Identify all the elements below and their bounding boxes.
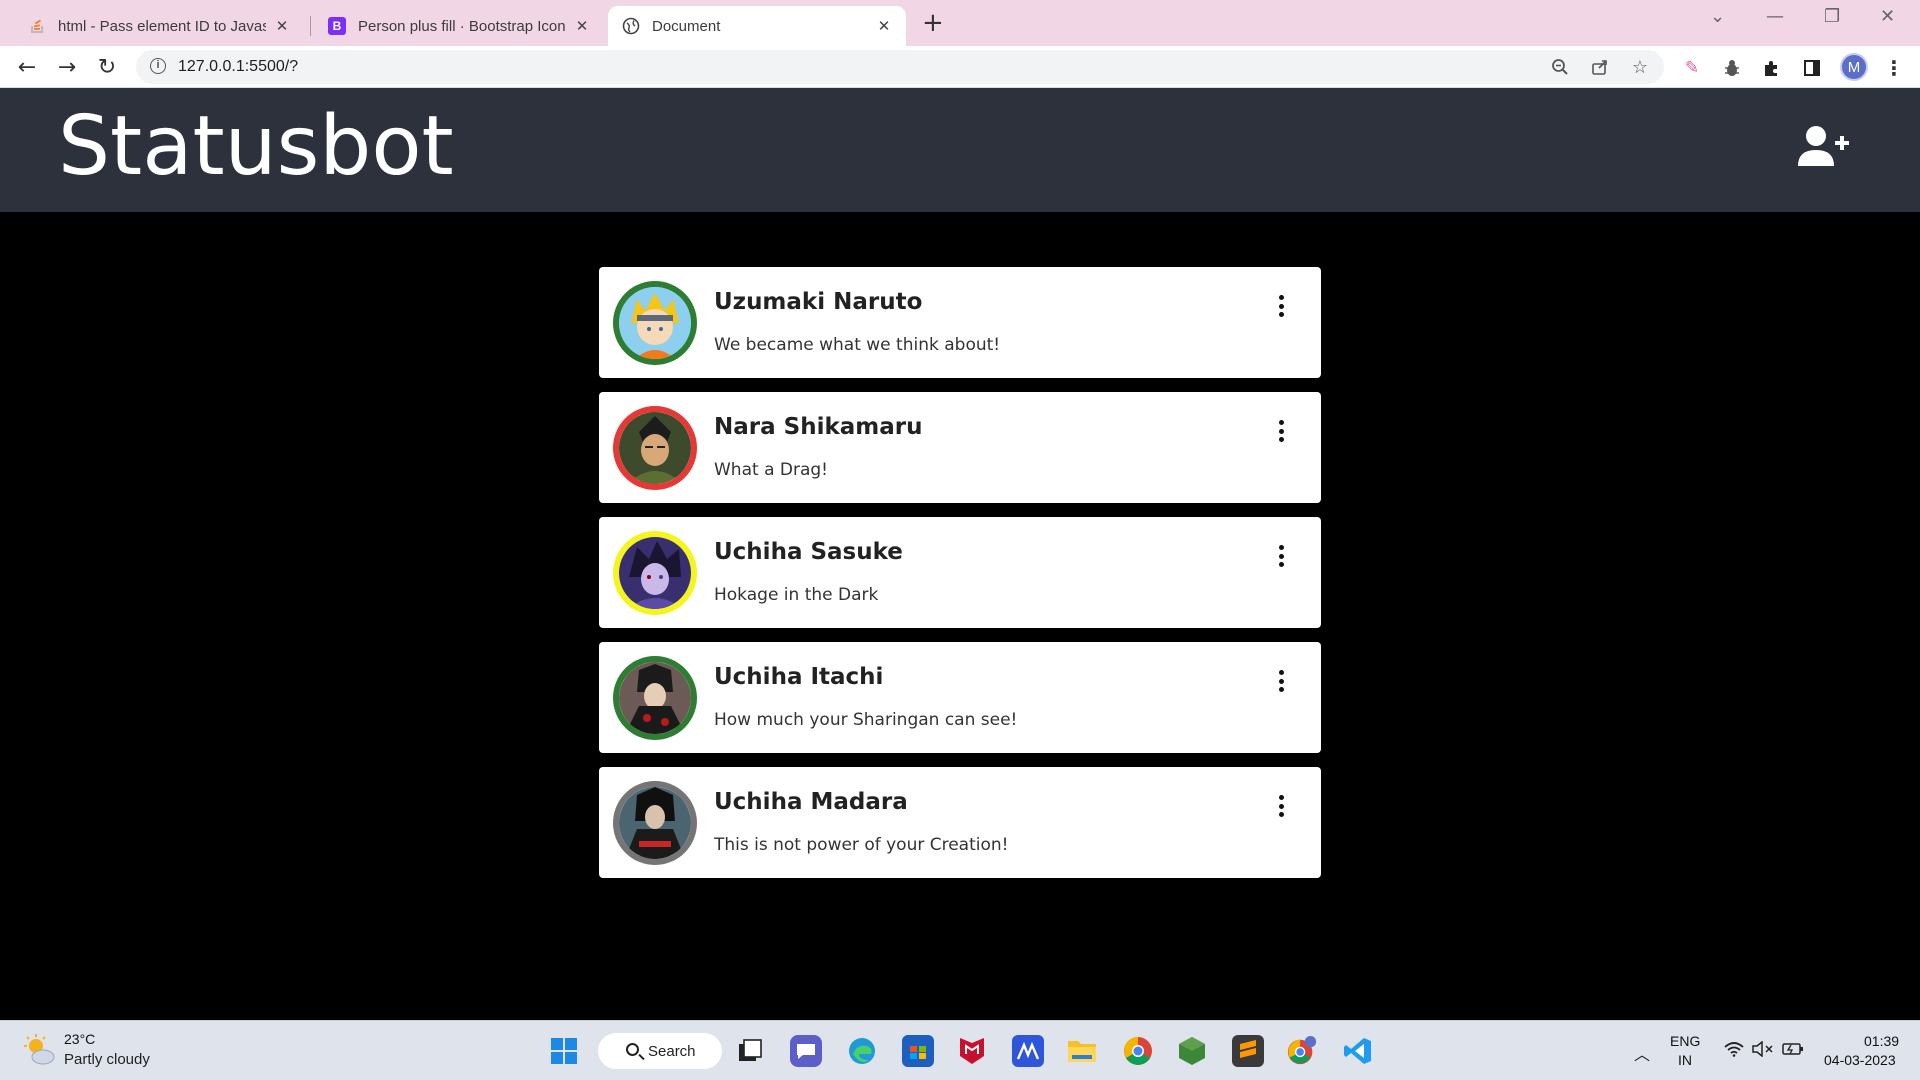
contact-name: Uchiha Itachi	[714, 664, 884, 690]
bug-extension-icon[interactable]	[1722, 58, 1742, 78]
contact-card[interactable]: Uchiha Itachi How much your Sharingan ca…	[599, 642, 1321, 753]
contact-status: What a Drag!	[714, 460, 828, 480]
color-picker-extension-icon[interactable]: ✎	[1682, 58, 1702, 78]
taskbar-search[interactable]: Search	[598, 1033, 722, 1069]
task-view-icon[interactable]	[734, 1035, 766, 1067]
forward-button[interactable]: →	[54, 54, 80, 80]
address-bar[interactable]: i 127.0.0.1:5500/? ☆	[136, 50, 1664, 84]
tab-bootstrap-icons[interactable]: B Person plus fill · Bootstrap Icons ✕	[314, 6, 604, 46]
wifi-icon[interactable]	[1724, 1041, 1744, 1061]
more-options-icon[interactable]	[1274, 543, 1288, 569]
back-button[interactable]: ←	[14, 54, 40, 80]
show-hidden-icons-icon[interactable]: ︿	[1634, 1041, 1650, 1065]
tab-document[interactable]: Document ✕	[608, 6, 906, 46]
tab-title: Document	[652, 17, 721, 35]
clock-time[interactable]: 01:39	[1864, 1033, 1899, 1049]
sublime-text-icon[interactable]	[1232, 1035, 1264, 1067]
vscode-icon[interactable]	[1342, 1035, 1374, 1067]
contact-name: Nara Shikamaru	[714, 414, 923, 440]
weather-temperature[interactable]: 23°C	[64, 1031, 95, 1047]
pen-app-icon[interactable]	[1012, 1035, 1044, 1067]
mcafee-icon[interactable]	[956, 1035, 988, 1067]
node-app-icon[interactable]	[1176, 1035, 1208, 1067]
bookmark-star-icon[interactable]: ☆	[1630, 57, 1650, 78]
search-label: Search	[648, 1042, 696, 1060]
stackoverflow-icon	[28, 17, 46, 35]
windows-start-icon[interactable]	[548, 1035, 580, 1067]
contact-status: This is not power of your Creation!	[714, 835, 1009, 855]
contact-status: Hokage in the Dark	[714, 585, 879, 605]
more-options-icon[interactable]	[1274, 418, 1288, 444]
restore-button[interactable]: ❐	[1824, 6, 1840, 27]
contact-name: Uchiha Sasuke	[714, 539, 903, 565]
extensions-puzzle-icon[interactable]	[1762, 58, 1782, 78]
clock-date[interactable]: 04-03-2023	[1824, 1052, 1896, 1068]
speaker-muted-icon[interactable]	[1752, 1040, 1774, 1061]
more-options-icon[interactable]	[1274, 293, 1288, 319]
more-options-icon[interactable]	[1274, 793, 1288, 819]
chrome-profile-icon[interactable]	[1286, 1035, 1318, 1067]
language-code[interactable]: ENG	[1670, 1033, 1700, 1049]
tab-title: Person plus fill · Bootstrap Icons	[358, 17, 566, 35]
contact-name: Uzumaki Naruto	[714, 289, 923, 315]
chrome-icon[interactable]	[1122, 1035, 1154, 1067]
contact-card[interactable]: Uchiha Sasuke Hokage in the Dark	[599, 517, 1321, 628]
zoom-icon[interactable]	[1550, 57, 1570, 77]
page-viewport: Statusbot Uzumaki Naruto We became what …	[0, 88, 1920, 1020]
app-navbar: Statusbot	[0, 88, 1920, 212]
avatar	[613, 656, 697, 740]
tab-stackoverflow[interactable]: html - Pass element ID to Javascr ✕	[14, 6, 304, 46]
contact-card[interactable]: Nara Shikamaru What a Drag!	[599, 392, 1321, 503]
url-text[interactable]: 127.0.0.1:5500/?	[178, 58, 298, 76]
teams-chat-icon[interactable]	[790, 1035, 822, 1067]
person-plus-icon[interactable]	[1796, 124, 1852, 170]
side-panel-icon[interactable]	[1802, 58, 1822, 78]
tab-search-icon[interactable]: ⌄	[1710, 6, 1725, 27]
avatar	[613, 281, 697, 365]
avatar	[613, 781, 697, 865]
reload-button[interactable]: ↻	[94, 54, 120, 80]
close-tab-icon[interactable]: ✕	[574, 17, 590, 35]
bootstrap-icon: B	[328, 17, 346, 35]
close-tab-icon[interactable]: ✕	[274, 17, 290, 35]
profile-avatar[interactable]: M	[1840, 53, 1868, 81]
browser-tab-strip: html - Pass element ID to Javascr ✕ B Pe…	[0, 0, 1920, 46]
contact-card[interactable]: Uzumaki Naruto We became what we think a…	[599, 267, 1321, 378]
windows-taskbar: 23°C Partly cloudy Search ︿ ENG IN 01:39…	[0, 1020, 1920, 1080]
share-icon[interactable]	[1590, 57, 1610, 77]
browser-menu-icon[interactable]: ⋮	[1884, 56, 1904, 80]
browser-toolbar: ← → ↻ i 127.0.0.1:5500/? ☆ ✎ M ⋮	[0, 46, 1920, 88]
tab-title: html - Pass element ID to Javascr	[58, 17, 266, 35]
brand-title: Statusbot	[58, 99, 454, 194]
site-info-icon[interactable]: i	[150, 58, 166, 74]
new-tab-button[interactable]: +	[922, 8, 944, 38]
more-options-icon[interactable]	[1274, 668, 1288, 694]
avatar	[613, 406, 697, 490]
close-tab-icon[interactable]: ✕	[876, 17, 892, 35]
globe-icon	[622, 17, 640, 35]
edge-browser-icon[interactable]	[846, 1035, 878, 1067]
tab-divider	[310, 16, 311, 36]
file-explorer-icon[interactable]	[1066, 1035, 1098, 1067]
close-window-button[interactable]: ✕	[1880, 6, 1895, 27]
partly-cloudy-icon[interactable]	[22, 1033, 56, 1067]
search-icon	[626, 1043, 639, 1056]
language-region[interactable]: IN	[1678, 1052, 1692, 1068]
avatar	[613, 531, 697, 615]
minimize-button[interactable]: —	[1766, 6, 1784, 27]
contact-status: How much your Sharingan can see!	[714, 710, 1018, 730]
contact-status: We became what we think about!	[714, 335, 1001, 355]
weather-description[interactable]: Partly cloudy	[64, 1051, 150, 1068]
contact-name: Uchiha Madara	[714, 789, 908, 815]
contact-card[interactable]: Uchiha Madara This is not power of your …	[599, 767, 1321, 878]
battery-icon[interactable]	[1782, 1041, 1804, 1060]
microsoft-store-icon[interactable]	[902, 1035, 934, 1067]
